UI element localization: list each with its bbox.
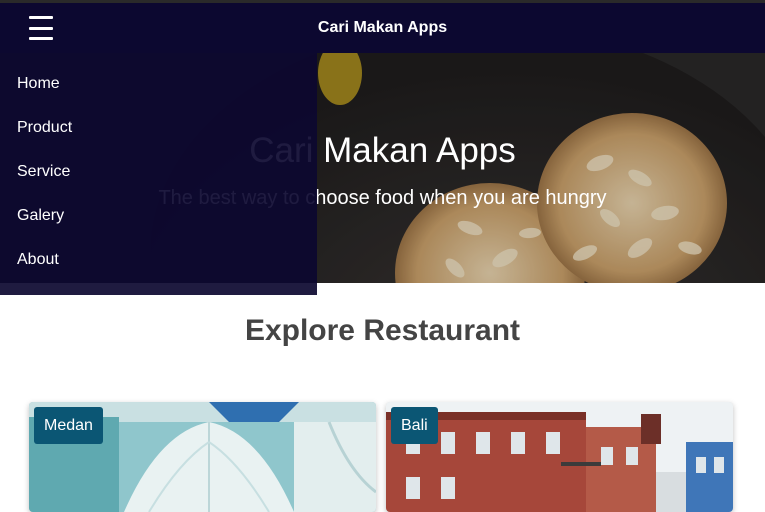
nav-list: Home Product Service Galery About bbox=[0, 62, 317, 282]
nav-link-service[interactable]: Service bbox=[0, 150, 317, 194]
nav-link-product[interactable]: Product bbox=[0, 106, 317, 150]
nav-item-galery: Galery bbox=[0, 194, 317, 238]
nav-item-product: Product bbox=[0, 106, 317, 150]
nav-link-home[interactable]: Home bbox=[0, 62, 317, 106]
nav-item-about: About bbox=[0, 238, 317, 282]
nav-item-service: Service bbox=[0, 150, 317, 194]
nav-item-home: Home bbox=[0, 62, 317, 106]
nav-link-about[interactable]: About bbox=[0, 238, 317, 282]
explore-heading: Explore Restaurant bbox=[244, 314, 521, 347]
nav-link-galery[interactable]: Galery bbox=[0, 194, 317, 238]
hamburger-bar bbox=[29, 37, 53, 40]
city-badge: Medan bbox=[34, 407, 103, 444]
navigation-drawer: Home Product Service Galery About bbox=[0, 53, 317, 295]
app-title: Cari Makan Apps bbox=[317, 19, 448, 36]
city-badge: Bali bbox=[391, 407, 438, 444]
app-bar: Cari Makan Apps bbox=[0, 3, 765, 53]
